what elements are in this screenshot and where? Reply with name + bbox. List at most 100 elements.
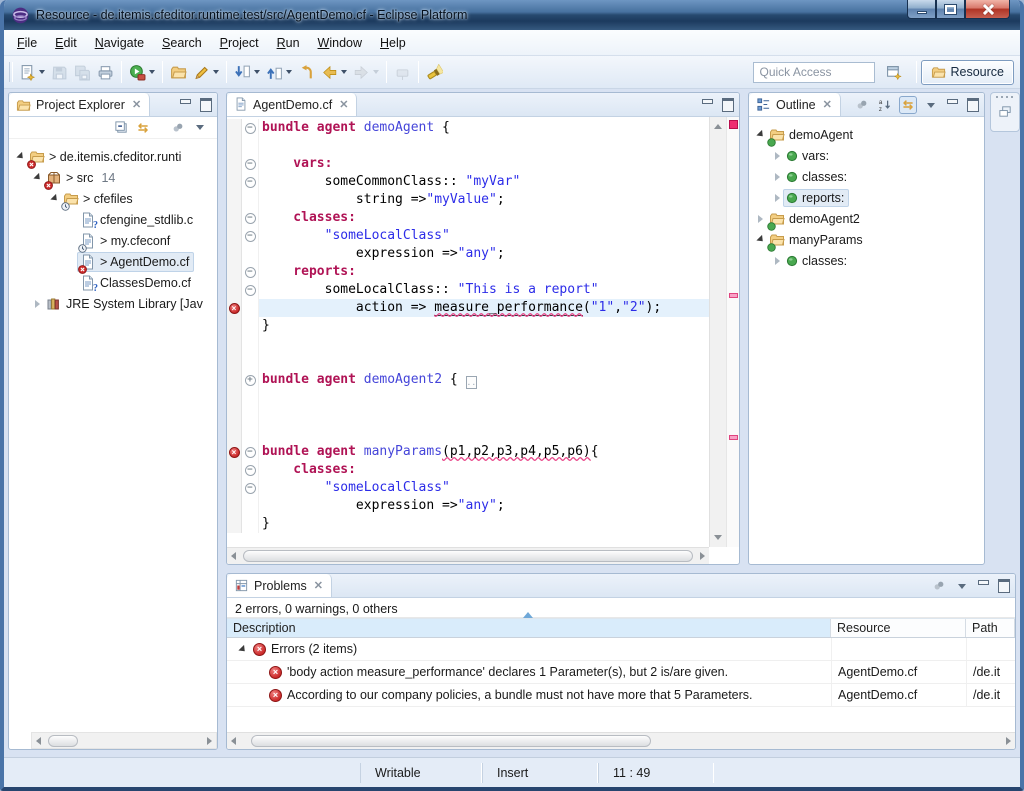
open-folder-button[interactable] <box>168 60 189 84</box>
fold-collapse-icon[interactable]: − <box>245 447 256 458</box>
close-button[interactable] <box>965 0 1010 19</box>
scrollbar-thumb[interactable] <box>251 735 651 747</box>
error-marker[interactable] <box>729 435 738 440</box>
column-header-description[interactable]: Description <box>227 619 831 637</box>
scroll-right-icon[interactable] <box>700 552 705 560</box>
column-header-path[interactable]: Path <box>966 619 1015 637</box>
forward-button[interactable] <box>351 60 381 84</box>
last-edit-location-button[interactable] <box>296 60 317 84</box>
collapsed-arrow-icon[interactable] <box>755 215 766 223</box>
project-explorer-item[interactable]: ?ClassesDemo.cf <box>9 272 217 293</box>
project-explorer-item[interactable]: > my.cfeconf <box>9 230 217 251</box>
error-icon[interactable] <box>229 303 240 314</box>
outline-item[interactable]: demoAgent2 <box>749 208 984 229</box>
expanded-arrow-icon[interactable] <box>15 154 26 159</box>
highlight-pencil-button[interactable] <box>191 60 221 84</box>
search-flashlight-button[interactable] <box>424 60 445 84</box>
tab-project-explorer[interactable]: Project Explorer ✕ <box>9 93 150 116</box>
dropdown-caret-icon[interactable] <box>373 70 379 74</box>
print-button[interactable] <box>95 60 116 84</box>
project-explorer-item[interactable]: > src14 <box>9 167 217 188</box>
code-line[interactable]: action => measure_performance("1","2"); <box>227 299 709 317</box>
fold-collapse-icon[interactable]: − <box>245 267 256 278</box>
menu-project[interactable]: Project <box>211 33 268 53</box>
code-line[interactable]: expression =>"any"; <box>227 245 709 263</box>
outline-item[interactable]: classes: <box>749 166 984 187</box>
view-menu-button[interactable] <box>922 96 940 114</box>
quick-access-input[interactable] <box>753 62 875 83</box>
code-line[interactable]: − someCommonClass:: "myVar" <box>227 173 709 191</box>
project-explorer-item[interactable]: > cfefiles <box>9 188 217 209</box>
menu-edit[interactable]: Edit <box>46 33 86 53</box>
project-explorer-item[interactable]: JRE System Library [Jav <box>9 293 217 314</box>
scrollbar-thumb[interactable] <box>48 735 78 747</box>
new-wizard-button[interactable] <box>17 60 47 84</box>
problems-error-row[interactable]: 'body action measure_performance' declar… <box>227 661 1015 684</box>
code-line[interactable]: } <box>227 515 709 533</box>
code-line[interactable]: − vars: <box>227 155 709 173</box>
error-marker[interactable] <box>729 293 738 298</box>
code-line[interactable]: string =>"myValue"; <box>227 191 709 209</box>
resource-perspective-button[interactable]: Resource <box>921 60 1015 85</box>
scroll-right-icon[interactable] <box>207 737 212 745</box>
code-line[interactable]: −bundle agent demoAgent { <box>227 119 709 137</box>
dropdown-caret-icon[interactable] <box>341 70 347 74</box>
code-line[interactable]: − reports: <box>227 263 709 281</box>
project-explorer-item[interactable]: ?cfengine_stdlib.c <box>9 209 217 230</box>
dropdown-caret-icon[interactable] <box>286 70 292 74</box>
title-bar[interactable]: Resource - de.itemis.cfeditor.runtime.te… <box>0 0 1024 30</box>
focus-button[interactable] <box>853 96 871 114</box>
outline-item[interactable]: vars: <box>749 145 984 166</box>
minimize-view-button[interactable] <box>946 98 958 109</box>
project-explorer-hscrollbar[interactable] <box>31 732 217 749</box>
code-line[interactable]: − classes: <box>227 209 709 227</box>
minimize-editor-button[interactable] <box>701 98 713 109</box>
maximize-view-button[interactable] <box>966 98 978 109</box>
menu-window[interactable]: Window <box>309 33 371 53</box>
fold-collapse-icon[interactable]: − <box>245 213 256 224</box>
expanded-arrow-icon[interactable] <box>32 175 43 180</box>
minimize-view-button[interactable] <box>977 579 989 590</box>
next-annotation-button[interactable] <box>232 60 262 84</box>
project-explorer-item[interactable]: > AgentDemo.cf <box>9 251 217 272</box>
fold-collapse-icon[interactable]: − <box>245 483 256 494</box>
fold-collapse-icon[interactable]: − <box>245 123 256 134</box>
minimized-view-bar[interactable] <box>990 92 1020 132</box>
problems-error-row[interactable]: According to our company policies, a bun… <box>227 684 1015 707</box>
scroll-left-icon[interactable] <box>231 737 236 745</box>
menu-help[interactable]: Help <box>371 33 415 53</box>
editor-vscrollbar[interactable] <box>709 117 726 547</box>
expanded-arrow-icon[interactable] <box>237 647 248 652</box>
back-button[interactable] <box>319 60 349 84</box>
sort-alphabetically-button[interactable]: az <box>876 96 894 114</box>
outline-item[interactable]: manyParams <box>749 229 984 250</box>
code-line[interactable]: − "someLocalClass" <box>227 479 709 497</box>
expanded-arrow-icon[interactable] <box>755 237 766 242</box>
menu-run[interactable]: Run <box>268 33 309 53</box>
close-view-icon[interactable]: ✕ <box>314 579 323 592</box>
maximize-view-button[interactable] <box>997 579 1009 590</box>
collapsed-arrow-icon[interactable] <box>772 194 783 202</box>
column-header-resource[interactable]: Resource <box>831 619 966 637</box>
close-editor-icon[interactable]: ✕ <box>339 98 348 111</box>
project-explorer-item[interactable]: > de.itemis.cfeditor.runti <box>9 146 217 167</box>
collapsed-arrow-icon[interactable] <box>772 152 783 160</box>
maximize-view-button[interactable] <box>199 98 211 109</box>
tab-problems[interactable]: Problems ✕ <box>227 574 332 597</box>
problems-hscrollbar[interactable] <box>227 732 1015 749</box>
tab-outline[interactable]: Outline ✕ <box>749 93 841 116</box>
code-line[interactable] <box>227 353 709 371</box>
scroll-right-icon[interactable] <box>1006 737 1011 745</box>
minimize-view-button[interactable] <box>179 98 191 109</box>
fold-collapse-icon[interactable]: − <box>245 177 256 188</box>
code-line[interactable]: − classes: <box>227 461 709 479</box>
maximize-button[interactable] <box>936 0 965 19</box>
code-line[interactable] <box>227 425 709 443</box>
previous-annotation-button[interactable] <box>264 60 294 84</box>
focus-on-active-task-button[interactable] <box>169 119 187 137</box>
dropdown-caret-icon[interactable] <box>213 70 219 74</box>
menu-file[interactable]: File <box>8 33 46 53</box>
close-view-icon[interactable]: ✕ <box>823 98 832 111</box>
save-all-button[interactable] <box>72 60 93 84</box>
code-area[interactable]: −bundle agent demoAgent { − vars:− someCo… <box>227 117 709 547</box>
